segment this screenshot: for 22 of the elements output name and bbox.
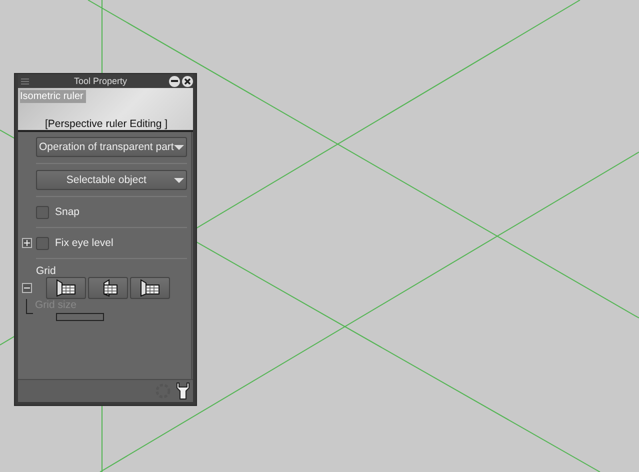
- dropdown[interactable]: Selectable object: [36, 170, 187, 190]
- section-label: Grid: [36, 265, 57, 277]
- checkbox-label: Snap: [55, 206, 80, 218]
- window-title: Tool Property: [72, 76, 128, 86]
- mode-label: [Perspective ruler Editing ]: [45, 118, 168, 130]
- grid-plane-button[interactable]: [46, 277, 86, 299]
- tool-name: Isometric ruler: [20, 90, 86, 103]
- dropdown[interactable]: Operation of transparent part: [36, 137, 187, 157]
- checkbox[interactable]: [36, 236, 49, 250]
- close-button[interactable]: [182, 76, 193, 86]
- wrench-icon[interactable]: [175, 382, 191, 400]
- grid-size-field[interactable]: [56, 313, 104, 321]
- grid-plane-button[interactable]: [88, 277, 128, 299]
- checkbox-label: Fix eye level: [55, 237, 114, 249]
- scrollbar[interactable]: [190, 132, 193, 379]
- checkbox[interactable]: [36, 206, 49, 218]
- grid-plane-icon: [138, 279, 162, 297]
- grid-plane-button[interactable]: [130, 277, 170, 299]
- expand-icon[interactable]: [22, 238, 32, 248]
- minimize-button[interactable]: [169, 76, 180, 86]
- grid-plane-icon: [54, 279, 78, 297]
- collapse-icon[interactable]: [22, 283, 32, 293]
